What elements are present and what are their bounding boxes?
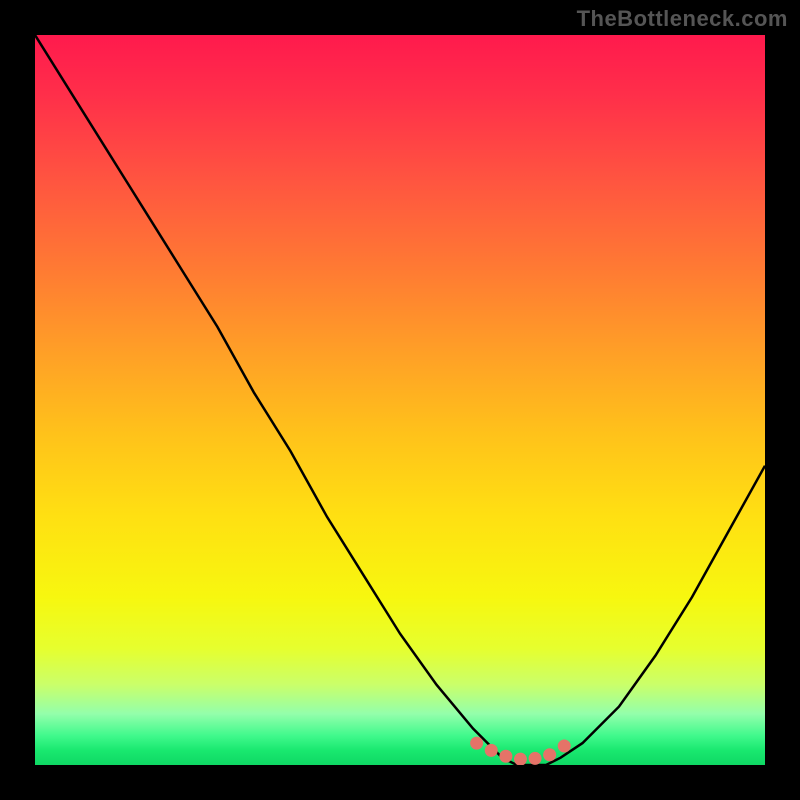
watermark-text: TheBottleneck.com: [577, 6, 788, 32]
curve-layer: [35, 35, 765, 765]
optimal-dot: [544, 749, 556, 761]
plot-area: [35, 35, 765, 765]
optimal-dot: [500, 750, 512, 762]
chart-frame: TheBottleneck.com: [0, 0, 800, 800]
optimal-dot: [529, 752, 541, 764]
optimal-dot: [558, 740, 570, 752]
bottleneck-curve: [35, 35, 765, 765]
optimal-dot: [514, 753, 526, 765]
optimal-dot: [471, 737, 483, 749]
optimal-dot: [485, 744, 497, 756]
